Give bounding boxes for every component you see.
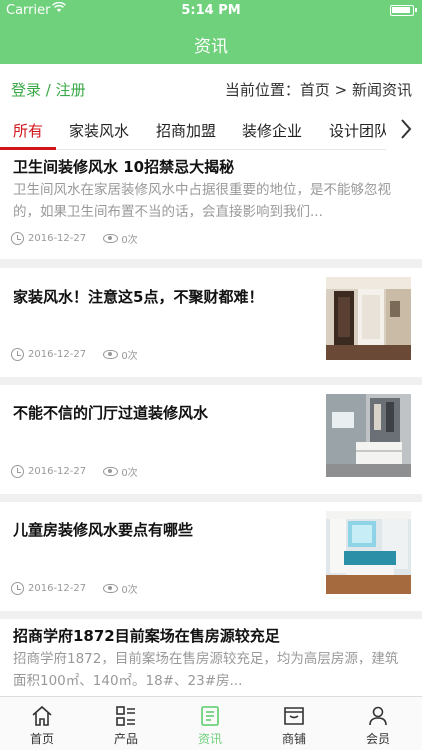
nav-shop[interactable]: 商铺 [252, 697, 336, 750]
kids-room-image [326, 511, 411, 594]
grid-list-icon [116, 706, 135, 726]
article-views: 0次 [121, 585, 138, 596]
tab-home-fengshui[interactable]: 家装风水 [69, 120, 129, 141]
nav-shop-label: 商铺 [281, 732, 306, 746]
article-views: 0次 [121, 468, 138, 479]
article-date: 2016-12-27 [28, 466, 87, 477]
eye-icon [103, 584, 119, 593]
clock-icon [11, 232, 24, 245]
nav-member-label: 会员 [365, 732, 390, 746]
user-icon [369, 706, 387, 726]
list-item[interactable]: 不能不信的门厅过道装修风水 2016-12-27 0次 [0, 385, 422, 494]
top-bar: Carrier 5:14 PM 资讯 [0, 0, 422, 64]
eye-icon [103, 350, 119, 359]
article-date: 2016-12-27 [28, 349, 87, 360]
article-meta: 2016-12-27 0次 [11, 347, 138, 362]
login-register-link[interactable]: 登录 / 注册 [11, 79, 86, 100]
page-title: 资讯 [194, 37, 228, 57]
shop-icon [284, 707, 304, 725]
nav-home-label: 首页 [29, 732, 54, 746]
eye-icon [103, 234, 119, 243]
breadcrumb: 当前位置：首页 > 新闻资讯 [224, 81, 412, 99]
article-date: 2016-12-27 [28, 583, 87, 594]
article-meta: 2016-12-27 0次 [11, 464, 138, 479]
article-date: 2016-12-27 [28, 233, 87, 244]
list-item[interactable]: 儿童房装修风水要点有哪些 2016-12-27 0次 [0, 502, 422, 611]
bottom-tab-bar: 首页 产品 资讯 商铺 会员 [0, 696, 422, 750]
home-icon [32, 705, 52, 726]
article-summary: 卫生间风水在家居装修风水中占据很重要的地位，是不能够忽视的，如果卫生间布置不当的… [13, 182, 391, 220]
tab-decoration-companies[interactable]: 装修企业 [242, 120, 302, 141]
article-title: 招商学府1872目前案场在售房源较充足 [13, 627, 280, 645]
clock-icon [11, 465, 24, 478]
tab-design-team[interactable]: 设计团队 [329, 120, 389, 141]
article-views: 0次 [121, 351, 138, 362]
nav-products[interactable]: 产品 [84, 697, 168, 750]
nav-member[interactable]: 会员 [336, 697, 420, 750]
list-item[interactable]: 招商学府1872目前案场在售房源较充足 招商学府1872，目前案场在售房源较充足… [0, 619, 422, 696]
article-title: 不能不信的门厅过道装修风水 [13, 404, 209, 422]
clock-icon [11, 582, 24, 595]
news-icon [201, 706, 219, 726]
status-bar: Carrier 5:14 PM [0, 0, 422, 22]
battery-icon [390, 5, 417, 16]
list-item[interactable]: 家装风水！注意这5点，不聚财都难！ 2016-12-27 0次 [0, 268, 422, 377]
chevron-right-icon[interactable] [400, 118, 412, 145]
clock-time: 5:14 PM [181, 3, 241, 18]
article-title: 儿童房装修风水要点有哪些 [13, 521, 194, 539]
tab-all[interactable]: 所有 [13, 120, 43, 141]
tab-franchise[interactable]: 招商加盟 [156, 120, 216, 141]
article-title: 卫生间装修风水 10招禁忌大揭秘 [13, 158, 235, 176]
article-title: 家装风水！注意这5点，不聚财都难！ [13, 288, 264, 306]
entrance-cabinet-image [326, 394, 411, 477]
article-meta: 2016-12-27 0次 [11, 581, 138, 596]
nav-news[interactable]: 资讯 [168, 697, 252, 750]
nav-home[interactable]: 首页 [0, 697, 84, 750]
article-views: 0次 [121, 235, 138, 246]
nav-news-label: 资讯 [197, 732, 222, 746]
article-summary: 招商学府1872，目前案场在售房源较充足，均为高层房源，建筑面积100㎡、140… [13, 651, 399, 689]
nav-products-label: 产品 [113, 732, 138, 746]
location-bar: 登录 / 注册 当前位置：首页 > 新闻资讯 [0, 64, 422, 112]
article-meta: 2016-12-27 0次 [11, 231, 138, 246]
news-feed: 卫生间装修风水 10招禁忌大揭秘 卫生间风水在家居装修风水中占据很重要的地位，是… [0, 150, 422, 696]
clock-icon [11, 348, 24, 361]
room-hallway-image [326, 277, 411, 360]
list-item[interactable]: 卫生间装修风水 10招禁忌大揭秘 卫生间风水在家居装修风水中占据很重要的地位，是… [0, 150, 422, 259]
category-tabs: 所有 家装风水 招商加盟 装修企业 设计团队 [0, 112, 422, 150]
eye-icon [103, 467, 119, 476]
